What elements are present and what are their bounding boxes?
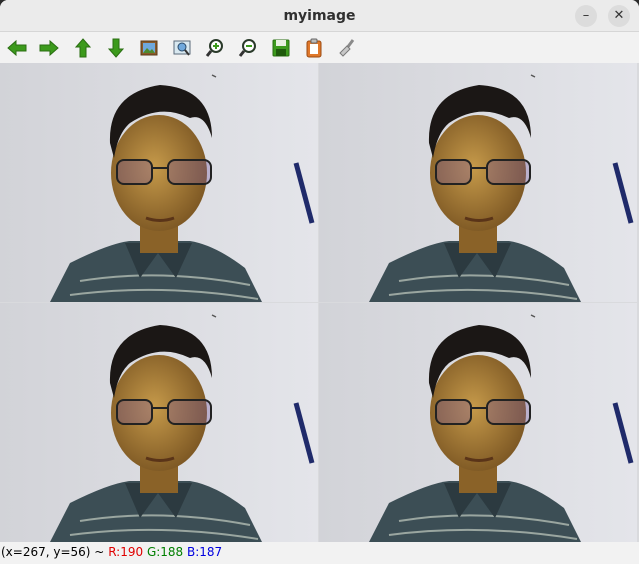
close-button[interactable]: ✕ xyxy=(608,5,630,27)
save-icon[interactable] xyxy=(270,37,292,59)
arrow-right-icon[interactable] xyxy=(38,37,60,59)
title-bar: myimage – ✕ xyxy=(0,0,639,32)
status-bar: (x=267, y=56) ~ R:190 G:188 B:187 xyxy=(0,542,639,564)
red-value: R:190 xyxy=(108,545,144,559)
arrow-up-icon[interactable] xyxy=(72,37,94,59)
zoom-out-icon[interactable] xyxy=(237,37,259,59)
image-canvas[interactable] xyxy=(0,63,639,542)
arrow-down-icon[interactable] xyxy=(105,37,127,59)
zoom-in-icon[interactable] xyxy=(204,37,226,59)
image-tile xyxy=(0,303,318,542)
cursor-coordinates: (x=267, y=56) ~ xyxy=(1,545,105,559)
zoom-fit-icon[interactable] xyxy=(171,37,193,59)
clear-brush-icon[interactable] xyxy=(336,37,358,59)
image-tile xyxy=(319,303,637,542)
image-tile xyxy=(319,63,637,302)
image-icon[interactable] xyxy=(138,37,160,59)
green-value: G:188 xyxy=(146,545,184,559)
window-title: myimage xyxy=(283,8,356,24)
app-window: myimage – ✕ (x=267, y=56) ~ R:190 G:188 … xyxy=(0,0,639,564)
toolbar xyxy=(0,33,639,63)
arrow-left-icon[interactable] xyxy=(6,37,28,59)
minimize-button[interactable]: – xyxy=(575,5,597,27)
clipboard-icon[interactable] xyxy=(303,37,325,59)
image-tile xyxy=(0,63,318,302)
blue-value: B:187 xyxy=(187,545,223,559)
